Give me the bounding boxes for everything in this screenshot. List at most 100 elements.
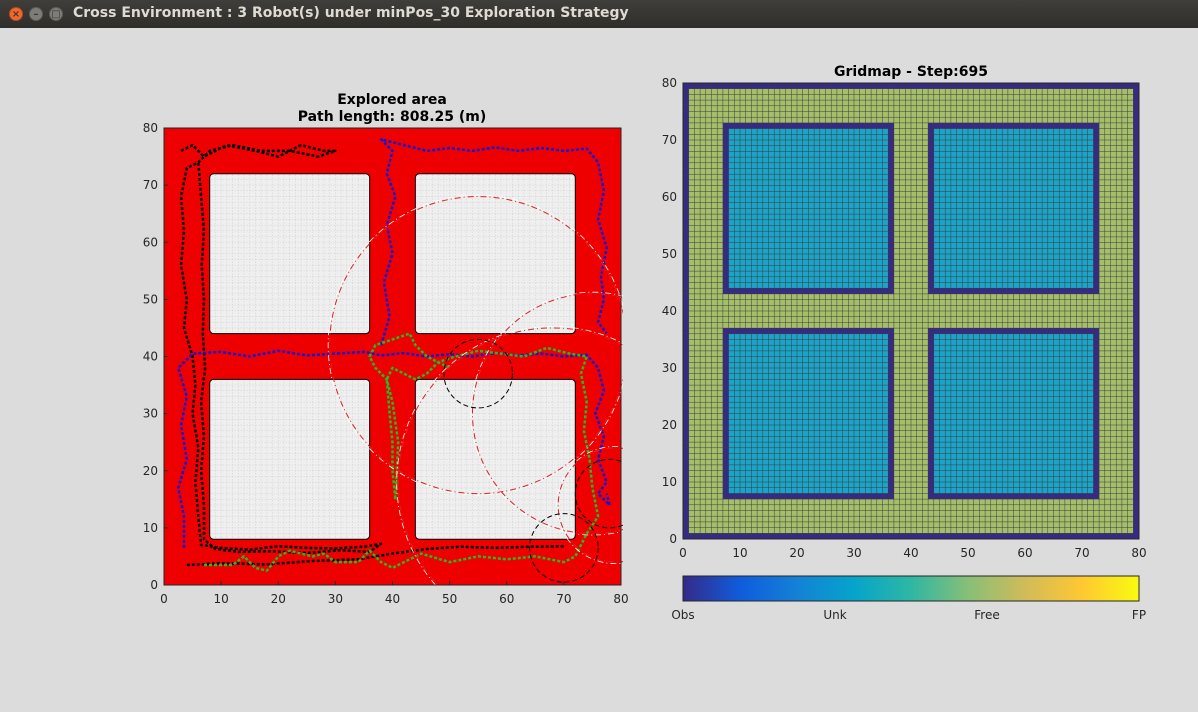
grid-cell: [957, 414, 962, 419]
grid-cell: [763, 197, 768, 202]
window-close-button[interactable]: ×: [9, 7, 23, 21]
grid-cell: [1054, 266, 1059, 271]
grid-cell: [923, 203, 928, 208]
grid-cell: [689, 374, 694, 379]
grid-cell: [1105, 254, 1110, 259]
grid-cell: [797, 363, 802, 368]
grid-cell: [1048, 482, 1053, 487]
grid-cell: [746, 442, 751, 447]
grid-cell: [1014, 368, 1019, 373]
grid-cell: [917, 380, 922, 385]
grid-cell: [860, 482, 865, 487]
grid-cell: [700, 374, 705, 379]
grid-cell: [723, 249, 728, 254]
grid-cell: [963, 283, 968, 288]
grid-cell: [1059, 357, 1064, 362]
grid-cell: [695, 442, 700, 447]
grid-cell: [729, 271, 734, 276]
grid-cell: [740, 522, 745, 527]
grid-cell: [888, 254, 893, 259]
grid-cell: [997, 425, 1002, 430]
grid-cell: [1077, 454, 1082, 459]
grid-cell: [974, 437, 979, 442]
grid-cell: [849, 231, 854, 236]
grid-cell: [951, 522, 956, 527]
grid-cell: [866, 442, 871, 447]
grid-cell: [757, 437, 762, 442]
grid-cell: [746, 391, 751, 396]
grid-cell: [1111, 454, 1116, 459]
grid-cell: [689, 477, 694, 482]
grid-cell: [814, 311, 819, 316]
grid-cell: [877, 328, 882, 333]
grid-cell: [700, 323, 705, 328]
grid-cell: [1077, 209, 1082, 214]
grid-cell: [712, 431, 717, 436]
grid-cell: [1020, 226, 1025, 231]
grid-cell: [1014, 511, 1019, 516]
grid-cell: [843, 465, 848, 470]
grid-cell: [1116, 363, 1121, 368]
grid-cell: [1048, 477, 1053, 482]
grid-cell: [945, 471, 950, 476]
grid-cell: [1099, 300, 1104, 305]
grid-cell: [1105, 505, 1110, 510]
grid-cell: [974, 197, 979, 202]
grid-cell: [854, 311, 859, 316]
grid-cell: [923, 226, 928, 231]
grid-cell: [1128, 431, 1133, 436]
grid-cell: [1008, 488, 1013, 493]
grid-cell: [1025, 534, 1030, 539]
grid-cell: [774, 374, 779, 379]
grid-cell: [888, 357, 893, 362]
grid-cell: [1031, 220, 1036, 225]
grid-cell: [985, 522, 990, 527]
grid-cell: [792, 380, 797, 385]
grid-cell: [780, 203, 785, 208]
grid-cell: [746, 414, 751, 419]
grid-cell: [717, 294, 722, 299]
grid-cell: [951, 220, 956, 225]
grid-cell: [854, 249, 859, 254]
grid-cell: [860, 448, 865, 453]
grid-cell: [729, 442, 734, 447]
x-tick-label: 20: [271, 592, 286, 606]
grid-cell: [797, 482, 802, 487]
grid-cell: [1094, 214, 1099, 219]
grid-cell: [1002, 391, 1007, 396]
grid-cell: [963, 454, 968, 459]
grid-cell: [1054, 488, 1059, 493]
grid-cell: [934, 260, 939, 265]
grid-cell: [871, 374, 876, 379]
grid-cell: [717, 374, 722, 379]
grid-cell: [1116, 414, 1121, 419]
grid-cell: [951, 288, 956, 293]
grid-cell: [894, 237, 899, 242]
grid-cell: [963, 197, 968, 202]
grid-cell: [917, 414, 922, 419]
grid-cell: [1014, 231, 1019, 236]
window-maximize-button[interactable]: □: [49, 7, 63, 21]
grid-cell: [712, 271, 717, 276]
grid-cell: [974, 482, 979, 487]
grid-cell: [723, 351, 728, 356]
grid-cell: [712, 266, 717, 271]
grid-cell: [809, 454, 814, 459]
grid-cell: [1116, 254, 1121, 259]
grid-cell: [837, 522, 842, 527]
grid-cell: [740, 220, 745, 225]
grid-cell: [1099, 402, 1104, 407]
grid-cell: [928, 186, 933, 191]
grid-cell: [871, 220, 876, 225]
grid-cell: [1077, 511, 1082, 516]
window-minimize-button[interactable]: –: [29, 7, 43, 21]
grid-cell: [968, 260, 973, 265]
grid-cell: [1071, 437, 1076, 442]
grid-cell: [1054, 402, 1059, 407]
grid-cell: [945, 192, 950, 197]
grid-cell: [1002, 294, 1007, 299]
grid-cell: [911, 231, 916, 236]
grid-cell: [917, 499, 922, 504]
grid-cell: [1048, 197, 1053, 202]
grid-cell: [1094, 192, 1099, 197]
